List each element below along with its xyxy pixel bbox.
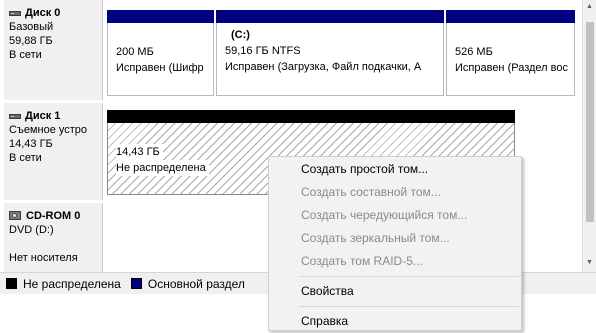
hard-disk-icon (9, 112, 22, 121)
partition-type-bar (216, 10, 444, 23)
partition-title: (C:) (231, 29, 250, 41)
disk-0-name: Диск 0 (25, 7, 61, 19)
partition-type-bar (107, 110, 515, 123)
disk-0-status: В сети (9, 49, 42, 61)
legend-unallocated-swatch (6, 278, 17, 289)
disk-1-info[interactable]: Диск 1 Съемное устро 14,43 ГБ В сети (4, 103, 103, 200)
partition-size: 200 МБ (116, 46, 154, 58)
disk-0-type: Базовый (9, 21, 54, 33)
disk-1-status: В сети (9, 152, 42, 164)
hard-disk-icon (9, 9, 22, 18)
menu-item-properties[interactable]: Свойства (269, 280, 521, 303)
scrollbar-thumb[interactable] (586, 22, 594, 222)
legend-unallocated-label: Не распределена (23, 276, 121, 291)
menu-separator (299, 306, 519, 307)
scroll-up-arrow-icon[interactable]: ▲ (586, 3, 593, 10)
cdrom-0-drive: DVD (D:) (9, 224, 54, 236)
disk-1-name: Диск 1 (25, 110, 61, 122)
menu-item-create-striped-volume[interactable]: Создать чередующийся том... (269, 204, 521, 227)
menu-item-create-spanned-volume[interactable]: Создать составной том... (269, 181, 521, 204)
menu-item-create-raid5-volume[interactable]: Создать том RAID-5... (269, 250, 521, 273)
disk-1-type: Съемное устро (9, 124, 88, 136)
disk-0-partition-1[interactable]: 200 МБ Исправен (Шифр (107, 10, 214, 96)
menu-separator (299, 276, 519, 277)
menu-item-help[interactable]: Справка (269, 310, 521, 333)
cdrom-0-info[interactable]: CD-ROM 0 DVD (D:) Нет носителя (4, 203, 103, 272)
partition-status: Исправен (Раздел вос (455, 62, 568, 74)
disk-1-size: 14,43 ГБ (9, 138, 53, 150)
partition-status: Исправен (Загрузка, Файл подкачки, А (225, 61, 422, 73)
cdrom-icon (9, 210, 23, 222)
partition-type-bar (446, 10, 575, 23)
legend-primary-label: Основной раздел (147, 276, 245, 291)
disk-0-partition-3[interactable]: 526 МБ Исправен (Раздел вос (446, 10, 575, 96)
legend-primary-swatch (130, 278, 142, 289)
partition-status: Не распределена (116, 160, 209, 176)
disk-0-row[interactable]: Диск 0 Базовый 59,88 ГБ В сети 200 МБ Ис… (0, 0, 582, 100)
disk-0-partition-c[interactable]: (C:) 59,16 ГБ NTFS Исправен (Загрузка, Ф… (216, 10, 444, 96)
partition-type-bar (107, 10, 214, 23)
partition-size: 526 МБ (455, 46, 493, 58)
disk-0-info[interactable]: Диск 0 Базовый 59,88 ГБ В сети (4, 0, 103, 100)
cdrom-0-name: CD-ROM 0 (26, 210, 81, 222)
menu-item-create-simple-volume[interactable]: Создать простой том... (269, 158, 521, 181)
partition-size: 14,43 ГБ (116, 144, 163, 160)
disk-0-size: 59,88 ГБ (9, 35, 53, 47)
context-menu: Создать простой том... Создать составной… (268, 156, 522, 331)
cdrom-0-status: Нет носителя (9, 252, 78, 264)
scroll-down-arrow-icon[interactable]: ▼ (586, 259, 593, 266)
partition-status: Исправен (Шифр (116, 62, 204, 74)
partition-size: 59,16 ГБ NTFS (225, 45, 301, 57)
menu-item-create-mirrored-volume[interactable]: Создать зеркальный том... (269, 227, 521, 250)
vertical-scrollbar[interactable]: ▲ ▼ (582, 0, 596, 272)
